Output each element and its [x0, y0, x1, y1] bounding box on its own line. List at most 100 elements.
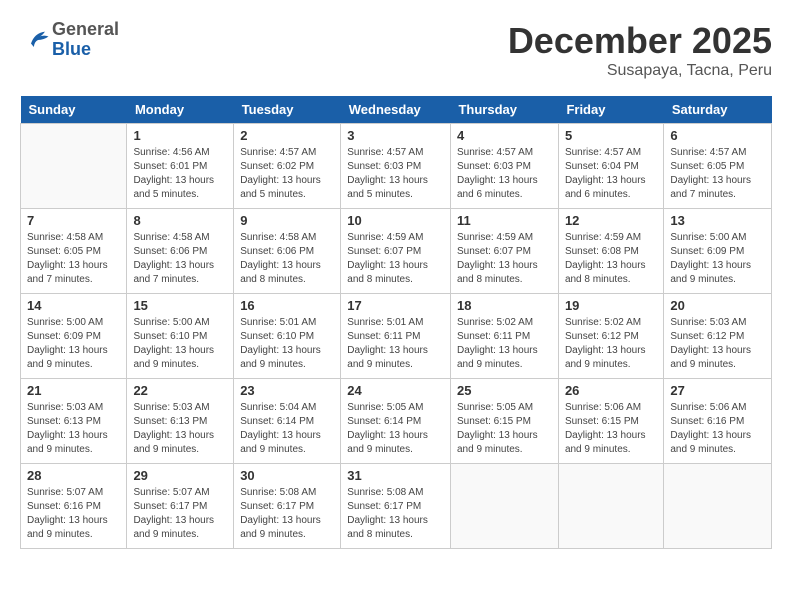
day-info: Sunrise: 5:03 AMSunset: 6:12 PMDaylight:… [670, 316, 765, 372]
week-row-2: 14Sunrise: 5:00 AMSunset: 6:09 PMDayligh… [21, 294, 772, 379]
calendar-cell [558, 464, 663, 549]
page-header: General Blue December 2025 Susapaya, Tac… [20, 20, 772, 80]
day-number: 20 [670, 298, 765, 313]
title-block: December 2025 Susapaya, Tacna, Peru [508, 20, 772, 80]
calendar-cell [664, 464, 772, 549]
calendar-cell: 11 Sunrise: 4:59 AMSunset: 6:07 PMDayligh… [450, 209, 558, 294]
day-number: 10 [347, 213, 444, 228]
day-number: 9 [240, 213, 334, 228]
header-wednesday: Wednesday [341, 96, 451, 124]
day-number: 3 [347, 128, 444, 143]
day-info: Sunrise: 4:57 AMSunset: 6:03 PMDaylight:… [347, 146, 444, 202]
week-row-0: 1 Sunrise: 4:56 AMSunset: 6:01 PMDaylight… [21, 124, 772, 209]
calendar-cell: 15 Sunrise: 5:00 AMSunset: 6:10 PMDayligh… [127, 294, 234, 379]
day-number: 26 [565, 383, 657, 398]
calendar-cell: 28 Sunrise: 5:07 AMSunset: 6:16 PMDayligh… [21, 464, 127, 549]
day-info: Sunrise: 4:59 AMSunset: 6:07 PMDaylight:… [347, 231, 444, 287]
day-number: 15 [133, 298, 227, 313]
day-info: Sunrise: 4:58 AMSunset: 6:05 PMDaylight:… [27, 231, 120, 287]
header-row: SundayMondayTuesdayWednesdayThursdayFrid… [21, 96, 772, 124]
calendar-cell [450, 464, 558, 549]
day-info: Sunrise: 5:06 AMSunset: 6:16 PMDaylight:… [670, 401, 765, 457]
calendar-table: SundayMondayTuesdayWednesdayThursdayFrid… [20, 96, 772, 549]
calendar-cell: 7 Sunrise: 4:58 AMSunset: 6:05 PMDaylight… [21, 209, 127, 294]
day-number: 6 [670, 128, 765, 143]
header-monday: Monday [127, 96, 234, 124]
calendar-cell: 26 Sunrise: 5:06 AMSunset: 6:15 PMDayligh… [558, 379, 663, 464]
calendar-cell: 31 Sunrise: 5:08 AMSunset: 6:17 PMDayligh… [341, 464, 451, 549]
logo-icon [24, 26, 52, 54]
logo-blue: Blue [52, 40, 119, 60]
day-number: 31 [347, 468, 444, 483]
day-number: 11 [457, 213, 552, 228]
week-row-4: 28 Sunrise: 5:07 AMSunset: 6:16 PMDayligh… [21, 464, 772, 549]
day-number: 28 [27, 468, 120, 483]
day-info: Sunrise: 5:07 AMSunset: 6:16 PMDaylight:… [27, 486, 120, 542]
calendar-cell: 2 Sunrise: 4:57 AMSunset: 6:02 PMDaylight… [234, 124, 341, 209]
day-info: Sunrise: 4:57 AMSunset: 6:04 PMDaylight:… [565, 146, 657, 202]
calendar-cell: 4Sunrise: 4:57 AMSunset: 6:03 PMDaylight… [450, 124, 558, 209]
day-number: 27 [670, 383, 765, 398]
day-number: 18 [457, 298, 552, 313]
day-number: 13 [670, 213, 765, 228]
day-info: Sunrise: 5:08 AMSunset: 6:17 PMDaylight:… [240, 486, 334, 542]
day-info: Sunrise: 5:00 AMSunset: 6:09 PMDaylight:… [670, 231, 765, 287]
calendar-cell: 17 Sunrise: 5:01 AMSunset: 6:11 PMDayligh… [341, 294, 451, 379]
day-number: 17 [347, 298, 444, 313]
day-number: 19 [565, 298, 657, 313]
header-friday: Friday [558, 96, 663, 124]
day-info: Sunrise: 5:00 AMSunset: 6:10 PMDaylight:… [133, 316, 227, 372]
day-info: Sunrise: 5:01 AMSunset: 6:11 PMDaylight:… [347, 316, 444, 372]
day-number: 2 [240, 128, 334, 143]
calendar-cell: 29Sunrise: 5:07 AMSunset: 6:17 PMDayligh… [127, 464, 234, 549]
calendar-cell: 12Sunrise: 4:59 AMSunset: 6:08 PMDayligh… [558, 209, 663, 294]
day-info: Sunrise: 4:57 AMSunset: 6:05 PMDaylight:… [670, 146, 765, 202]
calendar-cell: 18 Sunrise: 5:02 AMSunset: 6:11 PMDayligh… [450, 294, 558, 379]
day-info: Sunrise: 5:08 AMSunset: 6:17 PMDaylight:… [347, 486, 444, 542]
header-sunday: Sunday [21, 96, 127, 124]
calendar-cell: 10 Sunrise: 4:59 AMSunset: 6:07 PMDayligh… [341, 209, 451, 294]
day-number: 8 [133, 213, 227, 228]
week-row-3: 21Sunrise: 5:03 AMSunset: 6:13 PMDayligh… [21, 379, 772, 464]
day-number: 1 [133, 128, 227, 143]
day-info: Sunrise: 5:03 AMSunset: 6:13 PMDaylight:… [27, 401, 120, 457]
calendar-cell: 20 Sunrise: 5:03 AMSunset: 6:12 PMDayligh… [664, 294, 772, 379]
day-info: Sunrise: 5:06 AMSunset: 6:15 PMDaylight:… [565, 401, 657, 457]
header-thursday: Thursday [450, 96, 558, 124]
calendar-cell: 13 Sunrise: 5:00 AMSunset: 6:09 PMDayligh… [664, 209, 772, 294]
day-number: 7 [27, 213, 120, 228]
calendar-cell: 25 Sunrise: 5:05 AMSunset: 6:15 PMDayligh… [450, 379, 558, 464]
logo-text: General Blue [52, 20, 119, 60]
day-info: Sunrise: 5:04 AMSunset: 6:14 PMDaylight:… [240, 401, 334, 457]
day-info: Sunrise: 4:58 AMSunset: 6:06 PMDaylight:… [240, 231, 334, 287]
day-info: Sunrise: 4:57 AMSunset: 6:02 PMDaylight:… [240, 146, 334, 202]
day-number: 25 [457, 383, 552, 398]
day-info: Sunrise: 5:02 AMSunset: 6:12 PMDaylight:… [565, 316, 657, 372]
logo: General Blue [20, 20, 119, 60]
calendar-cell: 16Sunrise: 5:01 AMSunset: 6:10 PMDayligh… [234, 294, 341, 379]
calendar-cell: 24Sunrise: 5:05 AMSunset: 6:14 PMDayligh… [341, 379, 451, 464]
header-tuesday: Tuesday [234, 96, 341, 124]
calendar-cell: 22Sunrise: 5:03 AMSunset: 6:13 PMDayligh… [127, 379, 234, 464]
location: Susapaya, Tacna, Peru [508, 62, 772, 80]
calendar-cell: 8Sunrise: 4:58 AMSunset: 6:06 PMDaylight… [127, 209, 234, 294]
week-row-1: 7 Sunrise: 4:58 AMSunset: 6:05 PMDaylight… [21, 209, 772, 294]
day-info: Sunrise: 5:02 AMSunset: 6:11 PMDaylight:… [457, 316, 552, 372]
day-number: 24 [347, 383, 444, 398]
calendar-cell: 30Sunrise: 5:08 AMSunset: 6:17 PMDayligh… [234, 464, 341, 549]
calendar-cell: 14Sunrise: 5:00 AMSunset: 6:09 PMDayligh… [21, 294, 127, 379]
calendar-cell: 23 Sunrise: 5:04 AMSunset: 6:14 PMDayligh… [234, 379, 341, 464]
calendar-cell [21, 124, 127, 209]
day-info: Sunrise: 4:59 AMSunset: 6:07 PMDaylight:… [457, 231, 552, 287]
day-number: 29 [133, 468, 227, 483]
day-info: Sunrise: 5:03 AMSunset: 6:13 PMDaylight:… [133, 401, 227, 457]
logo-general: General [52, 20, 119, 40]
calendar-cell: 3 Sunrise: 4:57 AMSunset: 6:03 PMDaylight… [341, 124, 451, 209]
day-info: Sunrise: 4:59 AMSunset: 6:08 PMDaylight:… [565, 231, 657, 287]
day-info: Sunrise: 5:05 AMSunset: 6:15 PMDaylight:… [457, 401, 552, 457]
day-info: Sunrise: 4:56 AMSunset: 6:01 PMDaylight:… [133, 146, 227, 202]
calendar-cell: 6 Sunrise: 4:57 AMSunset: 6:05 PMDaylight… [664, 124, 772, 209]
day-info: Sunrise: 4:57 AMSunset: 6:03 PMDaylight:… [457, 146, 552, 202]
calendar-cell: 9 Sunrise: 4:58 AMSunset: 6:06 PMDaylight… [234, 209, 341, 294]
day-number: 23 [240, 383, 334, 398]
